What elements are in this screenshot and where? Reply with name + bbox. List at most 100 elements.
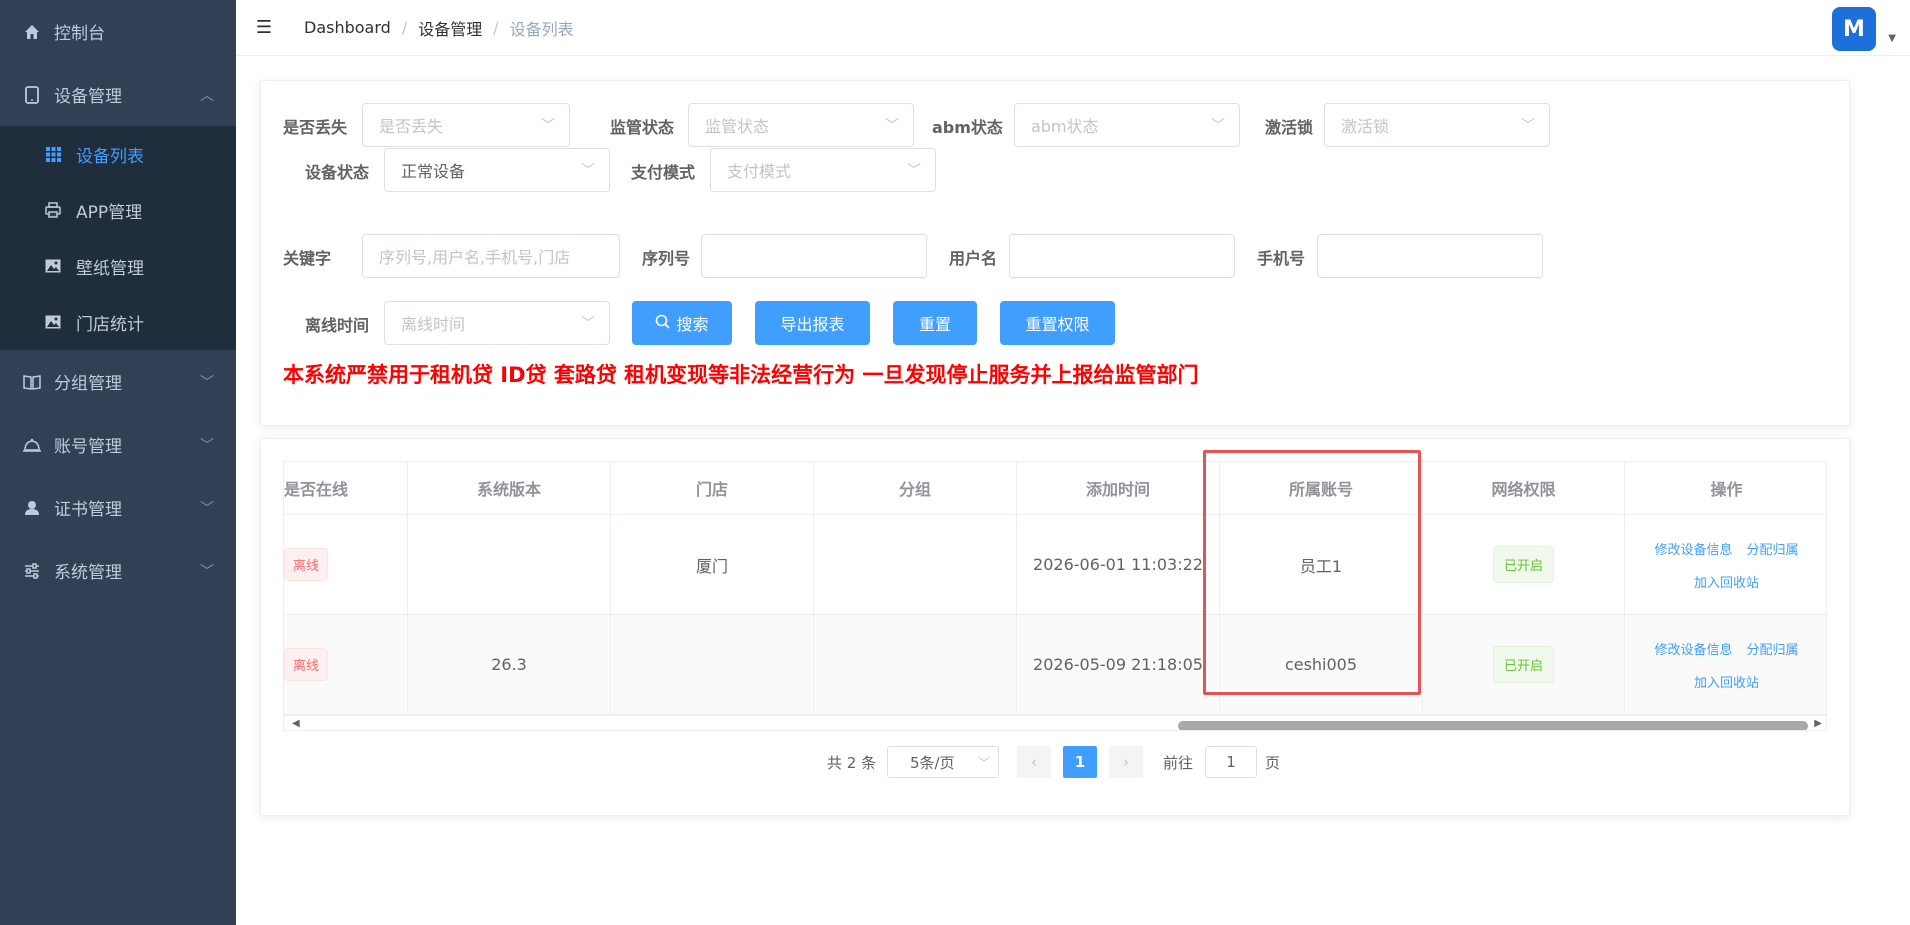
username-input[interactable] — [1009, 234, 1235, 278]
hamburger-icon[interactable]: ☰ — [254, 17, 274, 38]
col-network: 网络权限 — [1423, 462, 1625, 515]
lock-select[interactable]: 激活锁 ﹀ — [1324, 103, 1550, 147]
sidebar-item-label: 证书管理 — [54, 500, 122, 520]
sidebar-item-label: 账号管理 — [54, 437, 122, 457]
breadcrumb-device-management[interactable]: 设备管理 — [418, 16, 482, 40]
page-number-button[interactable]: 1 — [1063, 746, 1097, 778]
cell-store: 厦门 — [611, 515, 814, 615]
chevron-down-icon: ﹀ — [200, 563, 214, 580]
offline-time-select[interactable]: 离线时间 ﹀ — [384, 301, 610, 345]
chevron-down-icon: ﹀ — [581, 316, 595, 332]
pay-mode-label: 支付模式 — [631, 163, 696, 182]
offline-tag: 离线 — [284, 648, 329, 681]
prev-page-button[interactable]: ‹ — [1017, 746, 1051, 778]
add-to-recycle-link[interactable]: 加入回收站 — [1694, 672, 1759, 691]
sidebar-item-device-list[interactable]: 设备列表 — [0, 126, 236, 182]
chevron-down-icon: ﹀ — [885, 118, 899, 134]
caret-down-icon[interactable]: ▼ — [1888, 33, 1896, 44]
sidebar-item-device-management[interactable]: 设备管理 ︿ — [0, 63, 236, 126]
goto-page-input[interactable]: 1 — [1205, 746, 1257, 778]
col-actions: 操作 — [1625, 462, 1826, 515]
next-page-button[interactable]: › — [1109, 746, 1143, 778]
sidebar-item-system-management[interactable]: 系统管理 ﹀ — [0, 539, 236, 602]
table-row: 离线 26.3 2026-05-09 21:18:05 ceshi005 已开启… — [284, 615, 1826, 715]
assign-owner-link[interactable]: 分配归属 — [1747, 639, 1799, 658]
edit-device-link[interactable]: 修改设备信息 — [1654, 539, 1732, 558]
chevron-up-icon: ︿ — [200, 87, 214, 104]
cell-group — [814, 615, 1017, 715]
reset-permission-button[interactable]: 重置权限 — [1000, 301, 1115, 345]
col-online: 是否在线 — [284, 462, 408, 515]
home-icon — [22, 22, 42, 42]
device-status-select[interactable]: 正常设备 ﹀ — [384, 148, 610, 192]
cell-store — [611, 615, 814, 715]
sidebar-item-label: 设备管理 — [54, 87, 122, 107]
device-status-label: 设备状态 — [305, 163, 370, 182]
sidebar-item-dashboard[interactable]: 控制台 — [0, 0, 236, 63]
sidebar-item-label: 设备列表 — [76, 146, 144, 167]
phone-label: 手机号 — [1257, 249, 1306, 268]
keyword-input[interactable]: 序列号,用户名,手机号,门店 — [362, 234, 620, 278]
main-content: ☰ Dashboard / 设备管理 / 设备列表 M ▼ 是否丢失 是否丢失 … — [236, 0, 1910, 925]
printer-icon — [44, 201, 62, 219]
offline-tag: 离线 — [284, 548, 329, 581]
lost-label: 是否丢失 — [283, 118, 348, 137]
device-table: 是否在线 系统版本 门店 分组 添加时间 所属账号 网络权限 操作 离线 厦门 … — [283, 461, 1827, 731]
phone-input[interactable] — [1317, 234, 1543, 278]
page-size-select[interactable]: 5条/页 ﹀ — [887, 746, 999, 778]
cell-account: ceshi005 — [1220, 615, 1423, 715]
page-suffix: 页 — [1265, 754, 1281, 772]
export-button[interactable]: 导出报表 — [755, 301, 870, 345]
sidebar-item-label: 分组管理 — [54, 374, 122, 394]
filter-card: 是否丢失 是否丢失 ﹀ 监管状态 监管状态 ﹀ abm状态 abm状态 ﹀ 激活… — [260, 80, 1850, 426]
breadcrumb-device-list: 设备列表 — [509, 19, 574, 39]
sidebar-item-cert-management[interactable]: 证书管理 ﹀ — [0, 476, 236, 539]
avatar[interactable]: M — [1832, 7, 1876, 51]
tablet-icon — [22, 85, 42, 105]
pagination-total: 共 2 条 — [827, 754, 877, 772]
add-to-recycle-link[interactable]: 加入回收站 — [1694, 572, 1759, 591]
bell-icon — [22, 435, 42, 455]
submenu-device: 设备列表 APP管理 壁纸管理 门店统计 — [0, 126, 236, 350]
app-root: 控制台 设备管理 ︿ 设备列表 APP管理 壁纸管理 门店统计 分组管理 ﹀ 账… — [0, 0, 1910, 925]
pay-mode-select[interactable]: 支付模式 ﹀ — [710, 148, 936, 192]
sidebar-item-label: 控制台 — [54, 24, 105, 44]
avatar-text: M — [1843, 16, 1865, 42]
sidebar-item-label: 系统管理 — [54, 563, 122, 583]
horizontal-scrollbar[interactable]: ◀ ▶ — [284, 715, 1826, 730]
network-enabled-tag: 已开启 — [1492, 546, 1554, 583]
sidebar-item-wallpaper[interactable]: 壁纸管理 — [0, 238, 236, 294]
reset-button[interactable]: 重置 — [893, 301, 977, 345]
chevron-down-icon: ﹀ — [907, 163, 921, 179]
scroll-left-icon[interactable]: ◀ — [292, 718, 300, 729]
search-icon — [655, 314, 671, 333]
username-label: 用户名 — [949, 249, 998, 268]
breadcrumb-dashboard[interactable]: Dashboard — [304, 18, 391, 37]
abm-select[interactable]: abm状态 ﹀ — [1014, 103, 1240, 147]
breadcrumb: Dashboard / 设备管理 / 设备列表 — [304, 16, 574, 40]
sidebar-item-group-management[interactable]: 分组管理 ﹀ — [0, 350, 236, 413]
chevron-down-icon: ﹀ — [200, 374, 214, 391]
sidebar-item-store-stats[interactable]: 门店统计 — [0, 294, 236, 350]
grid-icon — [44, 145, 62, 163]
abm-label: abm状态 — [932, 118, 1003, 137]
legal-warning: 本系统严禁用于租机贷 ID贷 套路贷 租机变现等非法经营行为 一旦发现停止服务并… — [283, 363, 1199, 387]
chevron-down-icon: ﹀ — [541, 118, 555, 134]
edit-device-link[interactable]: 修改设备信息 — [1654, 639, 1732, 658]
sidebar-item-app-management[interactable]: APP管理 — [0, 182, 236, 238]
cell-group — [814, 515, 1017, 615]
lost-select[interactable]: 是否丢失 ﹀ — [362, 103, 570, 147]
col-added-time: 添加时间 — [1017, 462, 1220, 515]
chevron-down-icon: ﹀ — [200, 437, 214, 454]
sidebar-item-account-management[interactable]: 账号管理 ﹀ — [0, 413, 236, 476]
search-button[interactable]: 搜索 — [632, 301, 732, 345]
goto-label: 前往 — [1163, 754, 1194, 772]
scroll-thumb[interactable] — [1178, 721, 1808, 730]
serial-input[interactable] — [701, 234, 927, 278]
scroll-right-icon[interactable]: ▶ — [1814, 718, 1822, 729]
book-icon — [22, 372, 42, 392]
assign-owner-link[interactable]: 分配归属 — [1747, 539, 1799, 558]
picture-icon — [44, 257, 62, 275]
supervise-select[interactable]: 监管状态 ﹀ — [688, 103, 914, 147]
network-enabled-tag: 已开启 — [1492, 646, 1554, 683]
